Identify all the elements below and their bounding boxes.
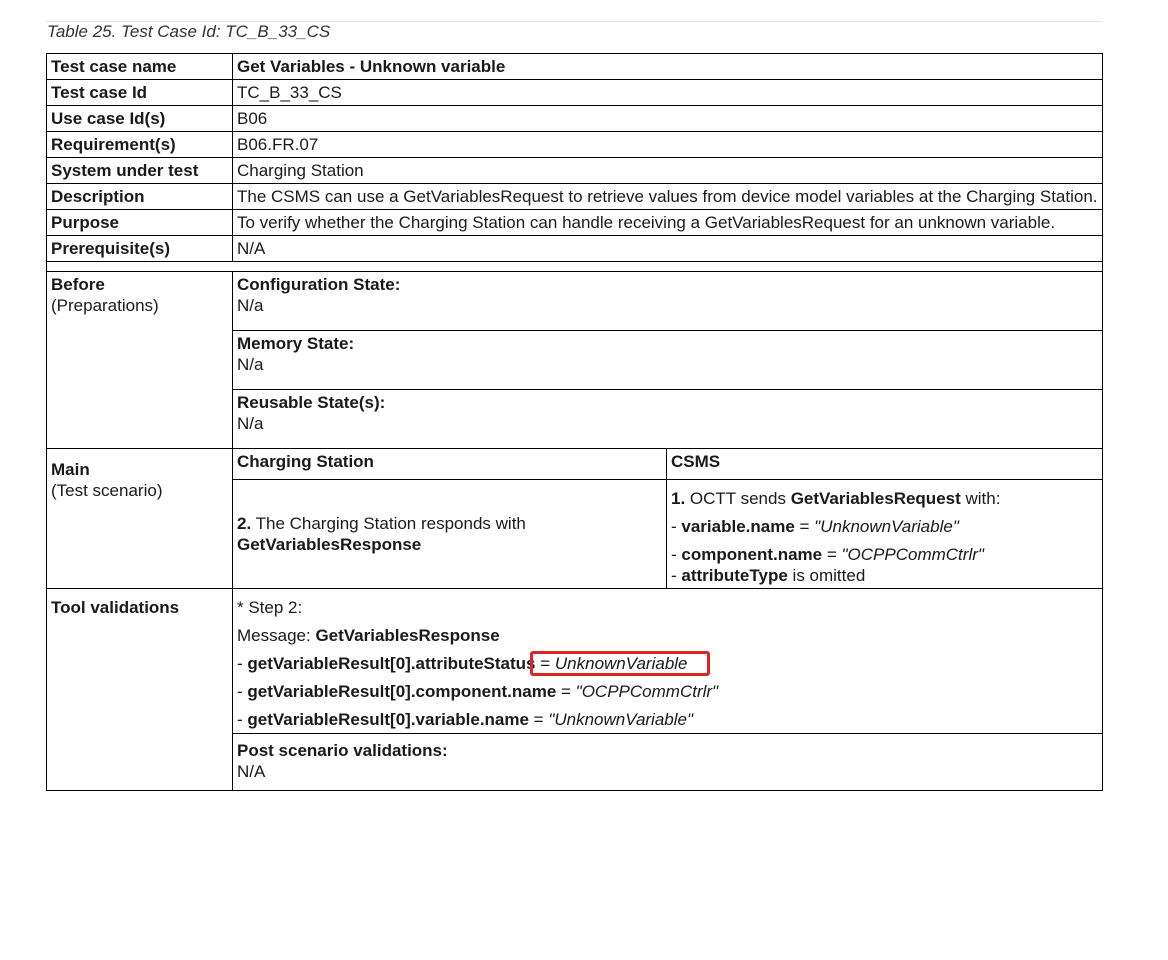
csms-step-cell: 1. OCTT sends GetVariablesRequest with: … [665, 479, 1104, 589]
csms-l1-eq: = [794, 517, 815, 536]
csms-step-line: 1. OCTT sends GetVariablesRequest with: [671, 488, 1098, 509]
tool-l3-eq: = [528, 710, 549, 729]
config-state-title: Configuration State: [237, 275, 401, 294]
row-purpose: Purpose To verify whether the Charging S… [46, 209, 1104, 236]
csms-l1-key: variable.name [681, 517, 795, 536]
cs-step-msg: GetVariablesResponse [237, 535, 422, 554]
row-test-case-id: Test case Id TC_B_33_CS [46, 79, 1104, 106]
label-prerequisites: Prerequisite(s) [46, 235, 233, 262]
csms-l1-prefix: - [671, 517, 682, 536]
tool-l3-val: "UnknownVariable" [548, 710, 694, 729]
value-use-case: B06 [231, 105, 1104, 132]
before-sublabel: (Preparations) [51, 296, 159, 315]
config-state-value: N/a [237, 296, 264, 315]
value-system-under-test: Charging Station [231, 157, 1104, 184]
tool-msg: GetVariablesResponse [315, 626, 500, 645]
row-use-case: Use case Id(s) B06 [46, 105, 1104, 132]
memory-state-title: Memory State: [237, 334, 355, 353]
memory-state-value: N/a [237, 355, 264, 374]
col-csms: CSMS [665, 448, 1104, 480]
label-purpose: Purpose [46, 209, 233, 236]
row-before-config: Before (Preparations) Configuration Stat… [46, 271, 1104, 449]
row-requirements: Requirement(s) B06.FR.07 [46, 131, 1104, 158]
tool-line-variable-name: - getVariableResult[0].variable.name = "… [237, 709, 1098, 730]
row-main-header: Main (Test scenario) Charging Station CS… [46, 448, 1104, 589]
value-purpose: To verify whether the Charging Station c… [231, 209, 1104, 236]
csms-line-attribute-type: - attributeType is omitted [671, 565, 1098, 586]
csms-line-component-name: - component.name = "OCPPCommCtrlr" [671, 544, 1098, 565]
cs-step-cell: 2. The Charging Station responds with Ge… [232, 479, 667, 589]
reusable-state-cell: Reusable State(s): N/a [231, 389, 1104, 449]
label-before: Before (Preparations) [46, 271, 233, 449]
row-test-case-name: Test case name Get Variables - Unknown v… [46, 53, 1104, 80]
tool-l2-val: "OCPPCommCtrlr" [575, 682, 719, 701]
value-prerequisites: N/A [231, 235, 1104, 262]
csms-l2-prefix: - [671, 545, 682, 564]
row-prerequisites: Prerequisite(s) N/A [46, 235, 1104, 262]
value-requirements: B06.FR.07 [231, 131, 1104, 158]
config-state-cell: Configuration State: N/a [231, 271, 1104, 331]
label-system-under-test: System under test [46, 157, 233, 184]
main-label: Main [51, 460, 90, 479]
csms-step-msg: GetVariablesRequest [790, 489, 961, 508]
csms-l3-rest: is omitted [787, 566, 866, 585]
label-requirements: Requirement(s) [46, 131, 233, 158]
post-scenario-value: N/A [237, 762, 266, 781]
value-test-case-id: TC_B_33_CS [231, 79, 1104, 106]
tool-msg-prefix: Message: [237, 626, 316, 645]
tool-l2-prefix: - [237, 682, 248, 701]
tool-l1-prefix: - [237, 654, 248, 673]
tool-l3-prefix: - [237, 710, 248, 729]
row-description: Description The CSMS can use a GetVariab… [46, 183, 1104, 210]
tool-message-line: Message: GetVariablesResponse [237, 625, 1098, 646]
cs-step-num: 2. [237, 514, 252, 533]
csms-l3-prefix: - [671, 566, 682, 585]
value-description: The CSMS can use a GetVariablesRequest t… [231, 183, 1104, 210]
post-scenario-title: Post scenario validations: [237, 741, 448, 760]
csms-l2-val: "OCPPCommCtrlr" [841, 545, 984, 564]
csms-l3-key: attributeType [681, 566, 788, 585]
tool-l2-eq: = [556, 682, 576, 701]
csms-step-text1: OCTT sends [685, 489, 791, 508]
label-description: Description [46, 183, 233, 210]
table-caption: Table 25. Test Case Id: TC_B_33_CS [47, 22, 331, 41]
post-scenario-cell: Post scenario validations: N/A [231, 733, 1104, 791]
main-sublabel: (Test scenario) [51, 481, 163, 500]
csms-step-num: 1. [671, 489, 686, 508]
tool-line-component-name: - getVariableResult[0].component.name = … [237, 681, 1098, 702]
memory-state-cell: Memory State: N/a [231, 330, 1104, 390]
label-test-case-name: Test case name [46, 53, 233, 80]
tool-l2-key: getVariableResult[0].component.name [247, 682, 557, 701]
label-main: Main (Test scenario) [46, 448, 233, 589]
csms-l2-eq: = [822, 545, 842, 564]
tool-l1-key: getVariableResult[0].attributeStatus [247, 654, 536, 673]
csms-line-variable-name: - variable.name = "UnknownVariable" [671, 516, 1098, 537]
csms-l2-key: component.name [681, 545, 823, 564]
test-case-table: Test case name Get Variables - Unknown v… [45, 53, 1104, 791]
tool-l3-key: getVariableResult[0].variable.name [247, 710, 529, 729]
reusable-state-value: N/a [237, 414, 264, 433]
tool-step: * Step 2: [237, 598, 303, 617]
label-tool-validations: Tool validations [46, 588, 233, 791]
row-system-under-test: System under test Charging Station [46, 157, 1104, 184]
cs-step-text: The Charging Station responds with [251, 514, 526, 533]
csms-step-text2: with: [960, 489, 1001, 508]
label-test-case-id: Test case Id [46, 79, 233, 106]
col-charging-station: Charging Station [232, 448, 667, 480]
label-use-case: Use case Id(s) [46, 105, 233, 132]
csms-l1-val: "UnknownVariable" [814, 517, 959, 536]
reusable-state-title: Reusable State(s): [237, 393, 386, 412]
spacer-row [45, 261, 1104, 272]
value-test-case-name: Get Variables - Unknown variable [231, 53, 1104, 80]
highlight-box [529, 651, 710, 676]
before-label: Before [51, 275, 105, 294]
cs-step-line: 2. The Charging Station responds with [237, 513, 662, 534]
